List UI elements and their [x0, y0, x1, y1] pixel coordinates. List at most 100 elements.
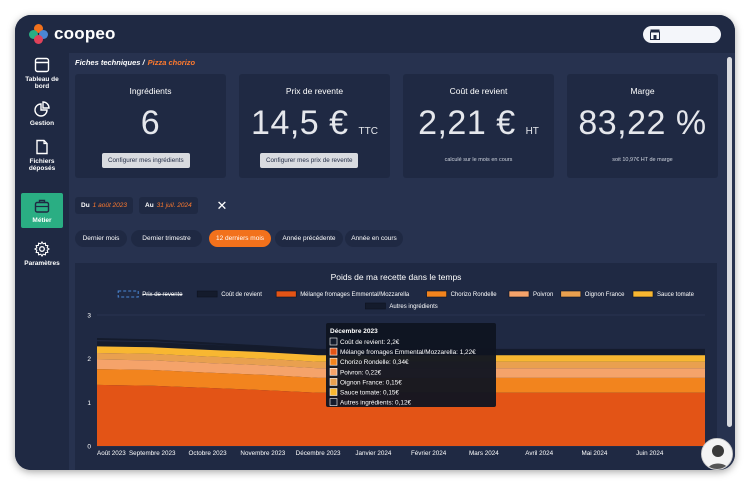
date-to-value: 31 juil. 2024: [156, 202, 192, 209]
date-to-label: Au: [145, 202, 154, 209]
card-value: 2,21 € HT: [418, 104, 539, 142]
date-to-field[interactable]: Au 31 juil. 2024: [139, 197, 198, 214]
close-icon[interactable]: ✕: [215, 197, 229, 214]
date-from-field[interactable]: Du 1 août 2023: [75, 197, 134, 214]
sidebar-item-tableau-de-bord[interactable]: Tableau de bord: [21, 57, 63, 90]
x-tick-label: Novembre 2023: [240, 450, 285, 457]
x-tick-label: Août 2023: [97, 450, 126, 457]
date-from-label: Du: [81, 202, 90, 209]
legend-label: Oignon France: [585, 292, 625, 298]
x-tick-label: Mai 2024: [582, 450, 608, 457]
sidebar-item-fichiers[interactable]: Fichiers déposés: [21, 139, 63, 172]
logo-icon: [29, 24, 49, 44]
tooltip-row: Coût de revient: 2,2€: [340, 339, 400, 346]
card-title: Prix de revente: [285, 86, 344, 96]
logo[interactable]: coopeo: [29, 24, 116, 44]
tooltip-row: Chorizo Rondelle: 0,34€: [340, 359, 409, 366]
sidebar-item-gestion[interactable]: Gestion: [21, 101, 63, 127]
scrollbar-thumb[interactable]: [727, 57, 732, 427]
sidebar-item-label: Tableau de bord: [25, 76, 59, 90]
x-tick-label: Janvier 2024: [355, 450, 392, 457]
store-selector[interactable]: [643, 26, 721, 43]
avatar[interactable]: [701, 438, 733, 470]
y-tick-label: 3: [87, 313, 91, 320]
tooltip-title: Décembre 2023: [330, 328, 378, 335]
legend-label: Sauce tomate: [657, 292, 695, 298]
period-dernier-trimestre[interactable]: Dernier trimestre: [131, 230, 202, 247]
legend-swatch: [560, 290, 582, 298]
card-title: Marge: [630, 86, 655, 96]
tooltip-swatch: [329, 398, 338, 406]
y-tick-label: 1: [87, 400, 91, 407]
breadcrumb-current: Pizza chorizo: [147, 58, 196, 67]
store-icon: [650, 29, 660, 40]
date-from-value: 1 août 2023: [92, 202, 128, 209]
card-value: 14,5 € TTC: [251, 104, 378, 142]
sidebar-item-label: Fichiers déposés: [28, 158, 56, 172]
period-dernier-mois[interactable]: Dernier mois: [75, 230, 127, 247]
sidebar-item-label: Métier: [32, 217, 52, 224]
card-cout-revient: Coût de revient 2,21 € HT calculé sur le…: [403, 74, 554, 178]
card-subtitle: calculé sur le mois en cours: [444, 157, 513, 163]
legend-swatch: [117, 290, 139, 298]
configure-ingredients-button[interactable]: Configurer mes ingrédients: [102, 153, 190, 168]
card-value: 6: [140, 104, 161, 142]
document-icon: [36, 139, 48, 155]
tooltip-swatch: [329, 347, 338, 356]
breadcrumb-parent[interactable]: Fiches techniques /: [75, 58, 145, 67]
tooltip-swatch: [329, 388, 338, 396]
x-tick-label: Juin 2024: [636, 450, 664, 457]
y-tick-label: 0: [87, 444, 91, 451]
x-tick-label: Février 2024: [411, 450, 447, 457]
chart-title: Poids de ma recette dans le temps: [331, 272, 462, 282]
tooltip-row: Autres ingrédients: 0,12€: [340, 400, 411, 407]
legend-label: Chorizo Rondelle: [451, 292, 498, 298]
tooltip-row: Oignon France: 0,15€: [340, 379, 402, 386]
tooltip-swatch: [329, 337, 338, 346]
tooltip-swatch: [329, 378, 338, 386]
legend-label: Coût de revient: [221, 292, 262, 298]
card-prix-revente: Prix de revente 14,5 € TTC Configurer me…: [239, 74, 390, 178]
main-content: Fiches techniques / Pizza chorizo Ingrédi…: [69, 53, 725, 470]
area-chart: Poids de ma recette dans le temps Prix de…: [87, 272, 708, 457]
scrollbar[interactable]: [725, 53, 735, 470]
x-tick-label: Avril 2024: [525, 450, 553, 457]
sidebar: Tableau de bord Gestion Fichiers déposés…: [15, 53, 69, 470]
card-unit: TTC: [358, 126, 378, 137]
card-unit: HT: [525, 126, 539, 137]
configure-prix-button[interactable]: Configurer mes prix de revente: [260, 153, 359, 168]
sidebar-item-label: Paramètres: [24, 260, 60, 267]
top-bar: coopeo: [15, 15, 735, 53]
tooltip-swatch: [329, 357, 338, 366]
legend-label: Autres ingrédients: [389, 304, 437, 310]
app-window: coopeo Tableau de bord Gestion Fichiers …: [15, 15, 735, 470]
legend-label: Mélange fromages Emmental/Mozzarella: [300, 292, 410, 298]
dashboard-icon: [34, 57, 50, 73]
period-annee-precedente[interactable]: Année précédente: [275, 230, 343, 247]
tooltip-row: Poivron: 0,22€: [340, 369, 382, 376]
sidebar-item-parametres[interactable]: Paramètres: [21, 241, 63, 267]
x-tick-label: Septembre 2023: [129, 450, 176, 457]
legend-swatch: [426, 290, 447, 298]
y-tick-label: 2: [87, 356, 91, 363]
card-subtitle: soit 10,97€ HT de marge: [612, 157, 673, 163]
tooltip-row: Mélange fromages Emmental/Mozzarella: 1,…: [340, 349, 476, 356]
chart-panel: Poids de ma recette dans le temps Prix de…: [75, 263, 717, 470]
card-title: Coût de revient: [449, 86, 508, 96]
period-annee-en-cours[interactable]: Année en cours: [345, 230, 403, 247]
legend-swatch: [508, 290, 530, 298]
card-title: Ingrédients: [129, 86, 172, 96]
sidebar-item-label: Gestion: [29, 120, 55, 127]
logo-text: coopeo: [54, 24, 116, 43]
card-marge: Marge 83,22 % soit 10,97€ HT de marge: [567, 74, 718, 178]
breadcrumb: Fiches techniques / Pizza chorizo: [75, 58, 195, 67]
sidebar-item-metier[interactable]: Métier: [21, 193, 63, 228]
legend-label: Poivron: [533, 292, 553, 298]
card-ingredients: Ingrédients 6 Configurer mes ingrédients: [75, 74, 226, 178]
period-12-derniers-mois[interactable]: 12 derniers mois: [209, 230, 271, 247]
legend-label: Prix de revente: [142, 292, 183, 298]
pie-chart-icon: [34, 101, 50, 117]
briefcase-icon: [34, 199, 50, 213]
gear-icon: [34, 241, 50, 257]
legend-swatch: [365, 302, 386, 310]
